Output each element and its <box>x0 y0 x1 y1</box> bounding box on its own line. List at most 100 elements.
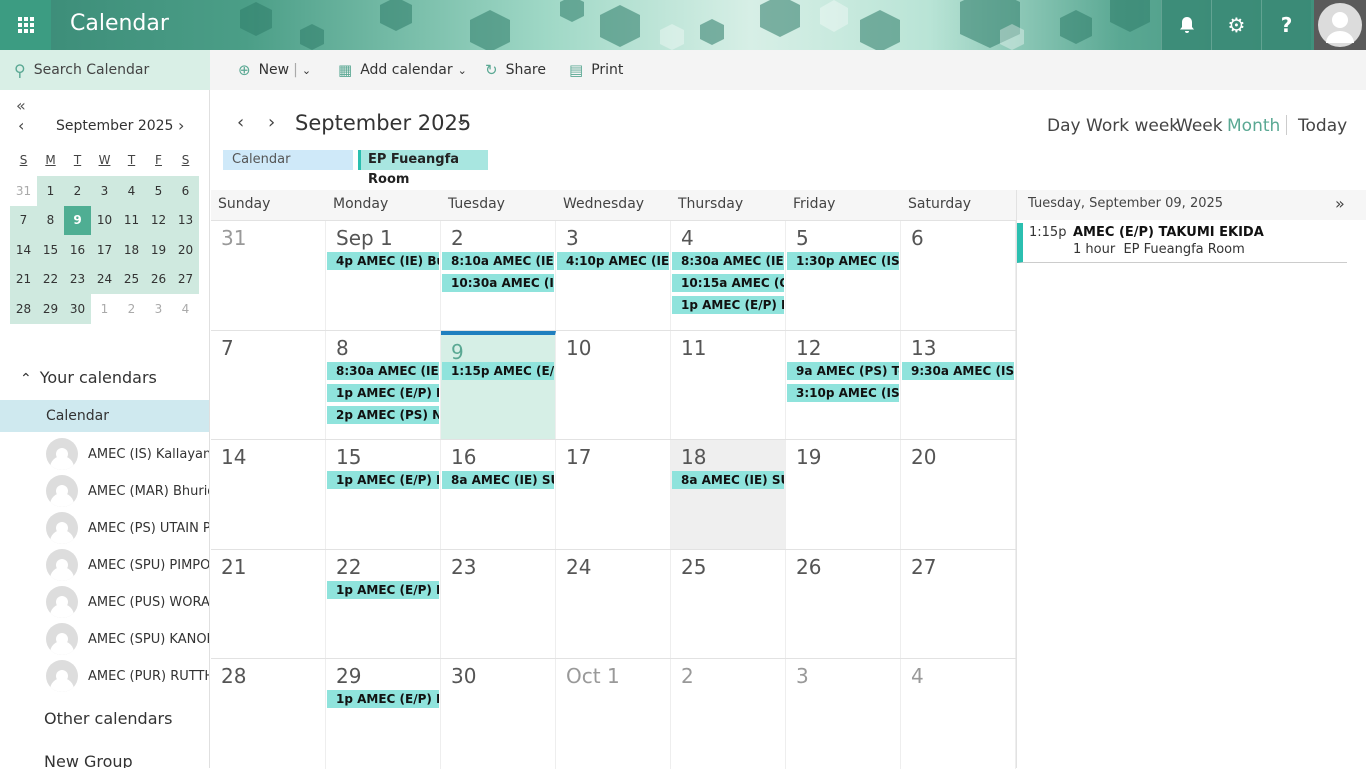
day-cell[interactable]: 16 8a AMEC (IE) SUT <box>441 440 556 550</box>
your-calendars-header[interactable]: ⌃ Your calendars <box>20 368 157 387</box>
new-group-link[interactable]: New Group <box>44 752 133 768</box>
calendar-event[interactable]: 2p AMEC (PS) Na <box>327 406 439 424</box>
new-button[interactable]: ⊕ New | ⌄ <box>238 50 311 90</box>
month-title[interactable]: September 2025 <box>295 111 471 135</box>
mini-day[interactable]: 4 <box>118 176 145 206</box>
person-calendar-item[interactable]: AMEC (SPU) PIMPOR <box>46 547 209 583</box>
mini-day[interactable]: 10 <box>91 205 118 235</box>
day-cell[interactable]: 31 <box>211 221 326 331</box>
person-calendar-item[interactable]: AMEC (PUR) RUTTHA <box>46 658 209 694</box>
day-cell[interactable]: 19 <box>786 440 901 550</box>
search-input[interactable]: ⚲ Search Calendar <box>0 50 210 90</box>
day-cell[interactable]: 11 <box>671 331 786 440</box>
day-cell[interactable]: 3 4:10p AMEC (IE) I <box>556 221 671 331</box>
calendar-event[interactable]: 4p AMEC (IE) Bur <box>327 252 439 270</box>
person-calendar-item[interactable]: AMEC (IS) Kallayanee <box>46 436 209 472</box>
view-month[interactable]: Month <box>1227 116 1280 136</box>
mini-day[interactable]: 2 <box>64 176 91 206</box>
day-cell[interactable]: Sep 1 4p AMEC (IE) Bur <box>326 221 441 331</box>
day-cell[interactable]: 2 8:10a AMEC (IE) E 10:30a AMEC (IE) <box>441 221 556 331</box>
day-cell[interactable]: 12 9a AMEC (PS) Too 3:10p AMEC (IS) I <box>786 331 901 440</box>
mini-day[interactable]: 9 <box>64 205 91 235</box>
calendar-event[interactable]: 3:10p AMEC (IS) I <box>787 384 899 402</box>
mini-day[interactable]: 25 <box>118 264 145 294</box>
day-cell[interactable]: 20 <box>901 440 1016 550</box>
mini-day[interactable]: 22 <box>37 264 64 294</box>
day-cell[interactable]: 17 <box>556 440 671 550</box>
today-button[interactable]: Today <box>1298 116 1347 136</box>
mini-day[interactable]: 21 <box>10 264 37 294</box>
calendar-event[interactable]: 8:30a AMEC (IE) I <box>672 252 784 270</box>
add-calendar-button[interactable]: ▦ Add calendar ⌄ <box>338 50 467 90</box>
day-cell[interactable]: 18 8a AMEC (IE) SUT <box>671 440 786 550</box>
calendar-event[interactable]: 10:15a AMEC (QE <box>672 274 784 292</box>
mini-day[interactable]: 29 <box>37 294 64 324</box>
day-cell[interactable]: 23 <box>441 550 556 659</box>
collapse-pane-icon[interactable]: « <box>16 96 26 115</box>
mini-day[interactable]: 4 <box>172 294 199 324</box>
mini-day[interactable]: 31 <box>10 176 37 206</box>
print-button[interactable]: ▤ Print <box>569 50 623 90</box>
calendar-event[interactable]: 8a AMEC (IE) SUT <box>442 471 554 489</box>
day-cell[interactable]: 29 1p AMEC (E/P) PA <box>326 659 441 769</box>
share-button[interactable]: ↻ Share <box>485 50 546 90</box>
calendar-event[interactable]: 4:10p AMEC (IE) I <box>557 252 669 270</box>
mini-day[interactable]: 11 <box>118 205 145 235</box>
mini-day[interactable]: 12 <box>145 205 172 235</box>
mini-day[interactable]: 17 <box>91 235 118 265</box>
other-calendars-header[interactable]: Other calendars <box>44 709 172 728</box>
mini-day[interactable]: 23 <box>64 264 91 294</box>
day-cell[interactable]: 30 <box>441 659 556 769</box>
chevron-down-icon[interactable]: ⌄ <box>302 64 311 77</box>
previous-month-icon[interactable]: ‹ <box>237 112 244 133</box>
day-cell[interactable]: Oct 1 <box>556 659 671 769</box>
notifications-button[interactable] <box>1161 0 1211 50</box>
calendar-event[interactable]: 1:15p AMEC (E/P) <box>442 362 554 380</box>
day-cell[interactable]: 21 <box>211 550 326 659</box>
calendar-event[interactable]: 1p AMEC (E/P) PA <box>672 296 784 314</box>
view-day[interactable]: Day <box>1047 116 1081 136</box>
chevron-down-icon[interactable]: ⌄ <box>455 110 468 129</box>
mini-day[interactable]: 27 <box>172 264 199 294</box>
day-cell[interactable]: 24 <box>556 550 671 659</box>
view-week[interactable]: Week <box>1176 116 1223 136</box>
calendar-event[interactable]: 1p AMEC (E/P) PA <box>327 690 439 708</box>
day-cell[interactable]: 25 <box>671 550 786 659</box>
mini-day[interactable]: 2 <box>118 294 145 324</box>
mini-day[interactable]: 13 <box>172 205 199 235</box>
mini-day[interactable]: 19 <box>145 235 172 265</box>
mini-day[interactable]: 18 <box>118 235 145 265</box>
day-cell[interactable]: 26 <box>786 550 901 659</box>
day-cell[interactable]: 7 <box>211 331 326 440</box>
day-cell[interactable]: 28 <box>211 659 326 769</box>
mini-day[interactable]: 1 <box>91 294 118 324</box>
mini-day[interactable]: 16 <box>64 235 91 265</box>
settings-button[interactable]: ⚙ <box>1211 0 1261 50</box>
chevron-left-icon[interactable]: ‹ <box>18 116 24 135</box>
mini-day[interactable]: 24 <box>91 264 118 294</box>
app-launcher-button[interactable] <box>0 0 51 50</box>
help-button[interactable]: ? <box>1261 0 1311 50</box>
expand-agenda-icon[interactable]: » <box>1335 194 1345 213</box>
day-cell[interactable]: 10 <box>556 331 671 440</box>
next-month-icon[interactable]: › <box>268 112 275 133</box>
legend-room[interactable]: EP Fueangfa Room <box>358 150 488 187</box>
mini-day[interactable]: 1 <box>37 176 64 206</box>
day-cell[interactable]: 2 <box>671 659 786 769</box>
account-button[interactable] <box>1314 0 1366 50</box>
agenda-event[interactable]: 1:15p AMEC (E/P) TAKUMI EKIDA 1 hour EP … <box>1017 223 1347 263</box>
day-cell[interactable]: 6 <box>901 221 1016 331</box>
person-calendar-item[interactable]: AMEC (SPU) KANOK <box>46 621 209 657</box>
calendar-event[interactable]: 1p AMEC (E/P) PA <box>327 581 439 599</box>
calendar-event[interactable]: 1p AMEC (E/P) PA <box>327 384 439 402</box>
mini-day[interactable]: 6 <box>172 176 199 206</box>
calendar-event[interactable]: 1:30p AMEC (IS) I <box>787 252 899 270</box>
person-calendar-item[interactable]: AMEC (PS) UTAIN PH <box>46 510 209 546</box>
person-calendar-item[interactable]: AMEC (PUS) WORAK <box>46 584 209 620</box>
calendar-list-item[interactable]: Calendar <box>0 400 209 432</box>
mini-day[interactable]: 28 <box>10 294 37 324</box>
legend-calendar[interactable]: Calendar <box>223 150 353 170</box>
calendar-event[interactable]: 1p AMEC (E/P) PA <box>327 471 439 489</box>
mini-day[interactable]: 30 <box>64 294 91 324</box>
day-cell[interactable]: 8 8:30a AMEC (IE) \ 1p AMEC (E/P) PA 2p AME… <box>326 331 441 440</box>
